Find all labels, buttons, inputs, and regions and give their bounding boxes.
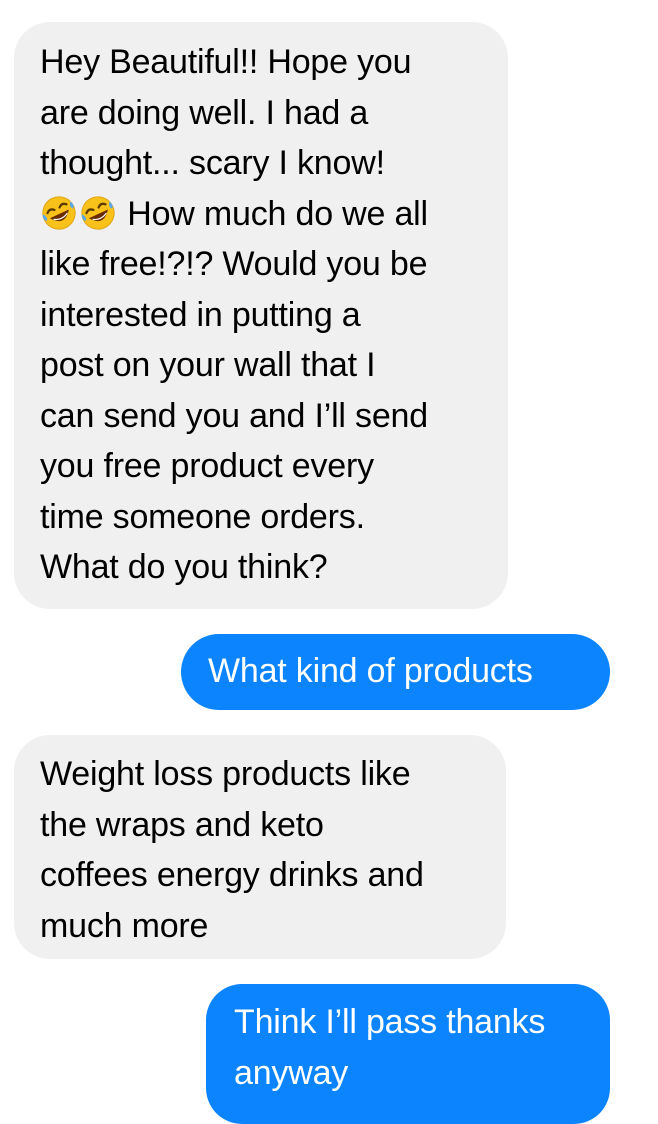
rolling-on-the-floor-laughing-icon <box>40 194 78 232</box>
message-text: What kind of products <box>208 652 533 690</box>
message-thread: Hey Beautiful!! Hope you are doing well.… <box>0 0 658 1124</box>
message-text: Think I’ll pass thanks anyway <box>234 1003 546 1092</box>
incoming-message-bubble[interactable]: Weight loss products like the wraps and … <box>14 735 506 959</box>
rolling-on-the-floor-laughing-icon <box>79 194 117 232</box>
message-text: Hey Beautiful!! Hope you are doing well.… <box>40 43 412 182</box>
outgoing-message-bubble[interactable]: Think I’ll pass thanks anyway <box>206 984 610 1124</box>
incoming-message-bubble[interactable]: Hey Beautiful!! Hope you are doing well.… <box>14 22 508 609</box>
message-text: How much do we all like free!?!? Would y… <box>40 194 428 587</box>
message-text: Weight loss products like the wraps and … <box>40 755 424 945</box>
outgoing-message-bubble[interactable]: What kind of products <box>181 634 610 710</box>
